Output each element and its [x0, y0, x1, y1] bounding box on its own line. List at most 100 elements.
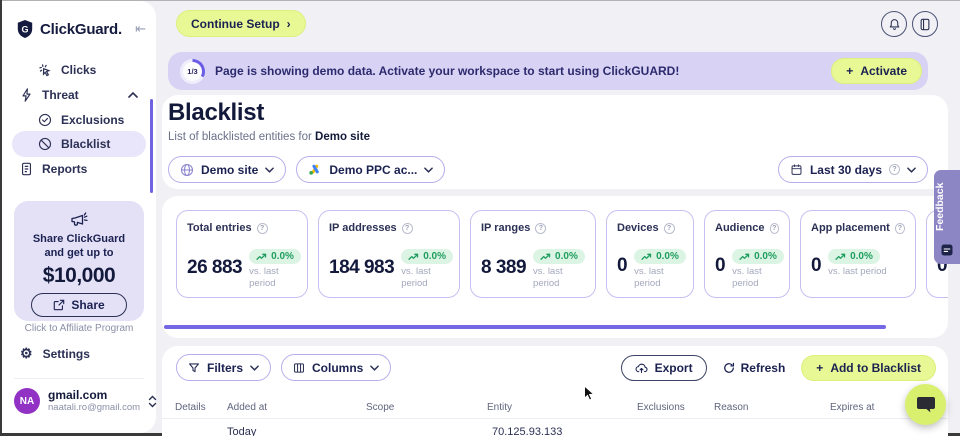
sidebar-item-reports[interactable]: Reports [12, 157, 146, 181]
column-header-exclusions[interactable]: Exclusions [637, 402, 685, 413]
chevron-up-down-icon [148, 395, 157, 408]
export-button[interactable]: Export [621, 355, 707, 381]
stat-value: 8 389 [481, 257, 526, 279]
change-value: 0.0% [754, 251, 777, 262]
sidebar-item-label: Threat [42, 88, 79, 102]
page-header-panel: Blacklist List of blacklisted entities f… [162, 95, 948, 189]
sidebar-item-settings[interactable]: ⚙ Settings [20, 345, 90, 362]
trend-up-icon [835, 253, 846, 261]
stat-card-devices: Devices? 0 0.0% vs. last period [606, 210, 694, 298]
stat-card-ip-addresses: IP addresses? 184 983 0.0% vs. last peri… [318, 210, 460, 298]
change-badge: 0.0% [828, 249, 880, 264]
sidebar-scrollbar[interactable] [150, 99, 153, 193]
column-header-expires-at[interactable]: Expires at [830, 402, 874, 413]
ppc-account-value: Demo PPC ac... [329, 163, 417, 177]
report-file-icon [20, 162, 33, 176]
bell-icon [888, 18, 901, 31]
ban-icon [38, 137, 52, 151]
sidebar-item-clicks[interactable]: Clicks [12, 58, 146, 82]
collapse-sidebar-icon[interactable]: ⇤ [135, 21, 146, 37]
vs-period-label: vs. last period [401, 266, 453, 290]
stat-label: App placement [811, 222, 890, 234]
stats-cards-row: Total entries? 26 883 0.0% vs. last peri… [162, 196, 948, 298]
columns-button[interactable]: Columns [281, 354, 391, 381]
continue-setup-button[interactable]: Continue Setup › [176, 10, 306, 37]
demo-data-banner: 1/3 Page is showing demo data. Activate … [168, 52, 928, 90]
refresh-icon [723, 362, 735, 374]
stat-value: 0 [715, 255, 725, 277]
sidebar-divider [14, 378, 144, 379]
horizontal-scrollbar[interactable] [164, 325, 886, 329]
sidebar-item-label: Clicks [61, 63, 96, 77]
globe-icon [180, 163, 194, 177]
info-icon[interactable]: ? [535, 223, 546, 234]
change-value: 0.0% [271, 251, 294, 262]
table-header-row: Details Added at Scope Entity Exclusions… [162, 400, 948, 418]
column-header-details[interactable]: Details [175, 402, 206, 413]
trend-up-icon [256, 253, 267, 261]
add-to-blacklist-button[interactable]: + Add to Blacklist [801, 355, 936, 381]
chat-bubble-icon [916, 395, 936, 414]
topbar-icons [881, 11, 938, 37]
chevron-right-icon: › [287, 17, 291, 31]
app-root: G ClickGuard. ⇤ Clicks Threat Exclusio [0, 0, 960, 436]
notifications-button[interactable] [881, 11, 907, 37]
calendar-icon [790, 163, 803, 176]
column-header-reason[interactable]: Reason [714, 402, 748, 413]
stat-label: Audience [715, 222, 765, 234]
row-entity: 70.125.93.133 [492, 426, 562, 436]
info-icon[interactable]: ? [402, 223, 413, 234]
change-value: 0.0% [555, 251, 578, 262]
feedback-tab[interactable]: Feedback [934, 170, 960, 264]
user-menu[interactable]: NA gmail.com naatali.ro@gmail.com [14, 388, 148, 414]
funnel-icon [188, 362, 200, 374]
filters-button[interactable]: Filters [176, 354, 271, 381]
date-range-selector[interactable]: Last 30 days ? [778, 156, 928, 183]
trend-up-icon [641, 253, 652, 261]
check-circle-icon [38, 113, 52, 127]
affiliate-caption: Click to Affiliate Program [22, 323, 136, 334]
sidebar-item-exclusions[interactable]: Exclusions [12, 108, 146, 132]
ppc-account-selector[interactable]: Demo PPC ac... [296, 156, 445, 183]
chevron-up-icon[interactable] [128, 92, 138, 98]
change-value: 0.0% [656, 251, 679, 262]
refresh-button[interactable]: Refresh [717, 360, 792, 376]
setup-progress-ring: 1/3 [180, 59, 205, 84]
column-header-entity[interactable]: Entity [487, 402, 512, 413]
stat-value: 0 [811, 255, 821, 277]
site-selector[interactable]: Demo site [168, 156, 286, 183]
setup-progress-value: 1/3 [183, 62, 202, 81]
feedback-tab-label: Feedback [934, 176, 960, 238]
feedback-survey-icon [941, 244, 953, 256]
info-icon[interactable]: ? [770, 223, 779, 234]
page-subtitle: List of blacklisted entities for Demo si… [168, 131, 370, 143]
stat-card-app-placement: App placement? 0 0.0% vs. last period [800, 210, 916, 298]
column-header-added-at[interactable]: Added at [227, 402, 267, 413]
sidebar-item-blacklist[interactable]: Blacklist [12, 131, 146, 157]
share-button[interactable]: Share [31, 293, 127, 317]
activate-button[interactable]: + Activate [831, 58, 922, 84]
column-header-scope[interactable]: Scope [366, 402, 394, 413]
external-link-icon [53, 299, 65, 311]
scope-selectors: Demo site Demo PPC ac... [168, 156, 445, 183]
info-icon[interactable]: ? [895, 223, 905, 234]
docs-button[interactable] [912, 11, 938, 37]
change-badge: 0.0% [401, 249, 453, 264]
info-icon[interactable]: ? [257, 223, 268, 234]
share-button-label: Share [71, 298, 104, 312]
question-icon: ? [889, 164, 900, 175]
refresh-button-label: Refresh [741, 361, 786, 375]
stat-value: 26 883 [187, 257, 242, 279]
columns-button-label: Columns [312, 361, 363, 375]
affiliate-card[interactable]: Share ClickGuard and get up to $10,000 S… [14, 201, 144, 321]
stat-value: 184 983 [329, 257, 394, 279]
plus-icon: + [816, 361, 823, 375]
page-subtitle-text: List of blacklisted entities for [168, 131, 315, 143]
info-icon[interactable]: ? [664, 223, 675, 234]
row-added-at: Today [227, 426, 256, 436]
user-email: naatali.ro@gmail.com [48, 402, 140, 413]
sidebar-item-threat[interactable]: Threat [12, 83, 146, 107]
plus-icon: + [846, 64, 853, 78]
columns-icon [293, 362, 305, 374]
chat-widget-button[interactable] [905, 384, 946, 425]
